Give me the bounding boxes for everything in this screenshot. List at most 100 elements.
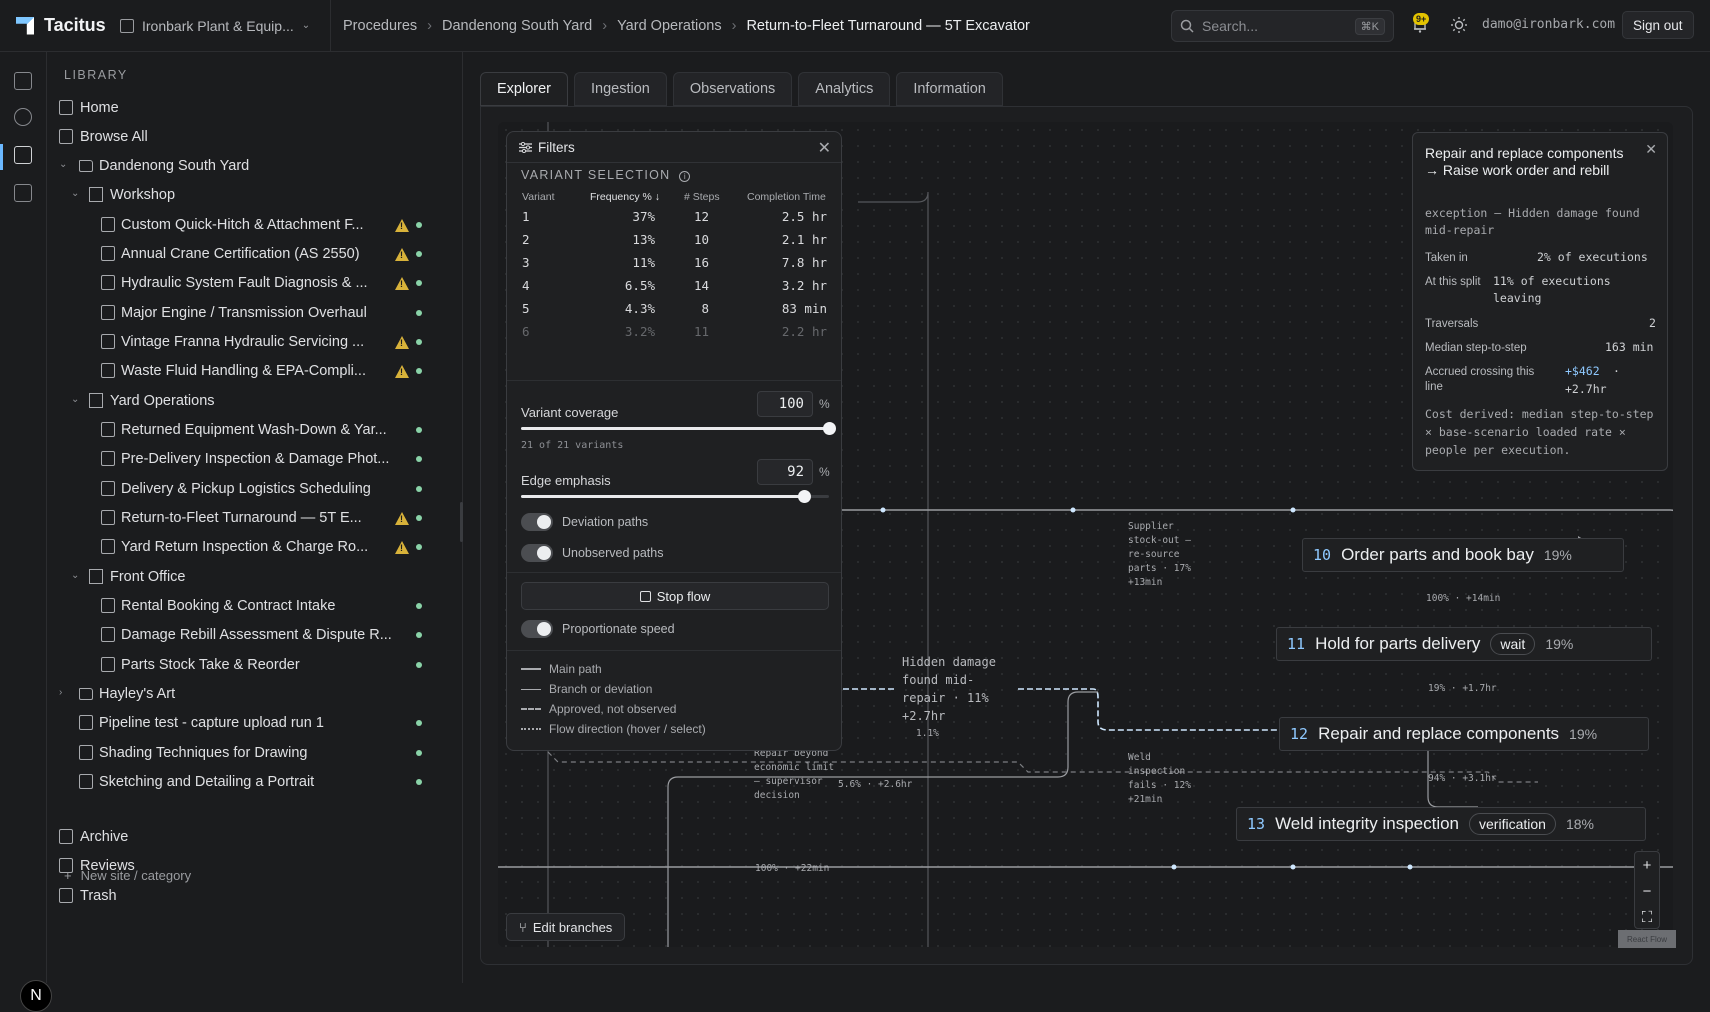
breadcrumb-site[interactable]: Dandenong South Yard [442,18,592,34]
sidebar-item-site[interactable]: ⌄ Dandenong South Yard [47,150,463,182]
flow-node-11[interactable]: 11 Hold for parts delivery wait 19% [1276,627,1652,661]
edge-label-hidden-damage[interactable]: Hidden damage found mid-repair · 11% +2.… [902,653,1002,725]
flow-node-12[interactable]: 12 Repair and replace components 19% [1279,717,1649,751]
search-input[interactable]: Search... ⌘K [1171,10,1394,42]
stop-flow-button[interactable]: Stop flow [521,582,829,610]
sidebar-item-procedure[interactable]: Major Engine / Transmission Overhaul [47,297,463,329]
divider [330,0,331,52]
tab-information[interactable]: Information [896,72,1003,106]
column-variant[interactable]: Variant [522,191,555,203]
sidebar-item-procedure[interactable]: Parts Stock Take & Reorder [47,649,463,681]
edge-label-supplier[interactable]: Supplier stock-out — re-source parts · 1… [1128,520,1206,590]
sidebar-item-procedure[interactable]: Custom Quick-Hitch & Attachment F... [47,209,463,241]
sidebar-item-procedure[interactable]: Annual Crane Certification (AS 2550) [47,238,463,270]
tab-analytics[interactable]: Analytics [798,72,891,106]
sidebar-item-procedure[interactable]: Delivery & Pickup Logistics Scheduling [47,473,463,505]
breadcrumb-category[interactable]: Yard Operations [617,18,722,34]
sidebar-item-procedure[interactable]: Yard Return Inspection & Charge Ro... [47,531,463,563]
sliders-icon [519,142,532,153]
attribution[interactable]: React Flow [1618,930,1676,948]
chevron-right-icon[interactable]: › [59,687,69,698]
sidebar-item-hayleys-art[interactable]: › Hayley's Art [47,678,463,710]
sidebar-item-procedure[interactable]: Rental Booking & Contract Intake [47,590,463,622]
chevron-down-icon[interactable]: ⌄ [71,570,81,581]
variant-completion-time: 3.2 hr [781,278,827,293]
edge-emphasis-slider[interactable] [521,490,829,503]
chevron-down-icon[interactable]: ⌄ [71,394,81,405]
info-icon[interactable]: i [679,171,691,182]
sidebar-item-procedure[interactable]: Returned Equipment Wash-Down & Yar... [47,414,463,446]
sidebar-item-browse-all[interactable]: Browse All [47,121,463,153]
proportionate-speed-toggle[interactable] [521,620,553,638]
slider-thumb[interactable] [798,490,812,503]
flow-node-13[interactable]: 13 Weld integrity inspection verificatio… [1236,807,1646,841]
unobserved-paths-toggle[interactable] [521,544,553,562]
variant-coverage-label: Variant coverage [521,405,619,420]
close-icon[interactable]: ✕ [1645,141,1657,158]
flow-node-10[interactable]: 10 Order parts and book bay 19% [1302,538,1624,572]
sidebar-item-front-office[interactable]: ⌄ Front Office [47,561,463,593]
variant-coverage-input[interactable]: 100 [757,391,813,417]
notifications-button[interactable]: 9+ [1410,13,1430,35]
workspace-switcher[interactable]: Ironbark Plant & Equip... ⌄ [120,18,330,34]
sidebar-item-home[interactable]: Home [47,92,463,124]
column-frequency[interactable]: Frequency % ↓ [590,191,660,203]
column-steps[interactable]: # Steps [684,191,720,203]
sidebar-item-procedure[interactable]: Damage Rebill Assessment & Dispute R... [47,619,463,651]
sidebar-item-procedure[interactable]: Sketching and Detailing a Portrait [47,766,463,798]
sidebar-item-procedure[interactable]: Pre-Delivery Inspection & Damage Phot... [47,443,463,475]
chevron-down-icon[interactable]: ⌄ [59,159,69,170]
new-site-button[interactable]: + New site / category [64,868,191,883]
tab-observations[interactable]: Observations [672,72,793,106]
edge-label-bottom[interactable]: 100% · +22min [755,862,829,876]
workflow-icon[interactable] [14,108,32,126]
tab-ingestion[interactable]: Ingestion [574,72,667,106]
theme-toggle[interactable] [1450,16,1468,34]
edge-top-run [828,509,1673,512]
brand[interactable]: Tacitus [0,15,120,36]
flow-dot [1407,864,1413,870]
fit-view-button[interactable]: ⛶ [1635,904,1659,930]
edge-emphasis-input[interactable]: 92 [757,459,813,485]
edge-label-weld-fails[interactable]: Weld inspection fails · 12% +21min [1128,751,1196,807]
sidebar-item-archive[interactable]: Archive [47,821,463,853]
sidebar-item-procedure[interactable]: Vintage Franna Hydraulic Servicing ... [47,326,463,358]
column-completion-time[interactable]: Completion Time [747,191,826,203]
proportionate-speed-label: Proportionate speed [562,622,675,636]
variant-coverage-slider[interactable] [521,422,836,435]
edit-branches-button[interactable]: ⑂ Edit branches [506,913,626,941]
edge-label-10-11[interactable]: 100% · +14min [1426,592,1500,606]
sign-out-button[interactable]: Sign out [1622,11,1694,39]
sidebar-item-procedure[interactable]: Hydraulic System Fault Diagnosis & ... [47,267,463,299]
zoom-in-button[interactable]: + [1635,852,1659,878]
sidebar-item-workshop[interactable]: ⌄ Workshop [47,179,463,211]
breadcrumb-procedures[interactable]: Procedures [343,18,417,34]
edge-label-12-13[interactable]: 94% · +3.1hr [1428,772,1497,786]
slider-thumb[interactable] [823,422,836,435]
sidebar-item-trash[interactable]: Trash [47,880,463,912]
sidebar-item-procedure-active[interactable]: Return-to-Fleet Turnaround — 5T E... [47,502,463,534]
sidebar-item-yard-operations[interactable]: ⌄ Yard Operations [47,385,463,417]
zoom-out-button[interactable]: − [1635,878,1659,904]
building-icon[interactable] [14,184,32,202]
edge-label-repair-beyond[interactable]: Repair beyond economic limit — superviso… [754,747,844,803]
sidebar-item-procedure[interactable]: Waste Fluid Handling & EPA-Compli... [47,355,463,387]
document-icon [101,363,115,378]
dashboard-icon[interactable] [14,72,32,90]
avatar[interactable]: N [20,980,52,1012]
tacitus-logo-icon [16,16,34,35]
sidebar-item-label: Front Office [110,569,186,585]
chevron-down-icon[interactable]: ⌄ [71,188,81,199]
flow-dot [1290,507,1296,513]
tab-explorer[interactable]: Explorer [480,72,568,106]
warning-icon [395,277,409,290]
sidebar-scrollbar[interactable] [460,502,463,542]
library-icon[interactable] [14,146,32,164]
edge-label-11-12[interactable]: 19% · +1.7hr [1428,682,1497,696]
sidebar-item-procedure[interactable]: Pipeline test - capture upload run 1 [47,707,463,739]
sidebar-item-procedure[interactable]: Shading Techniques for Drawing [47,737,463,769]
close-icon[interactable]: ✕ [818,138,831,158]
filters-header: Filters [519,140,575,155]
deviation-paths-toggle[interactable] [521,513,553,531]
accrued-cost: +$462 [1565,364,1600,378]
